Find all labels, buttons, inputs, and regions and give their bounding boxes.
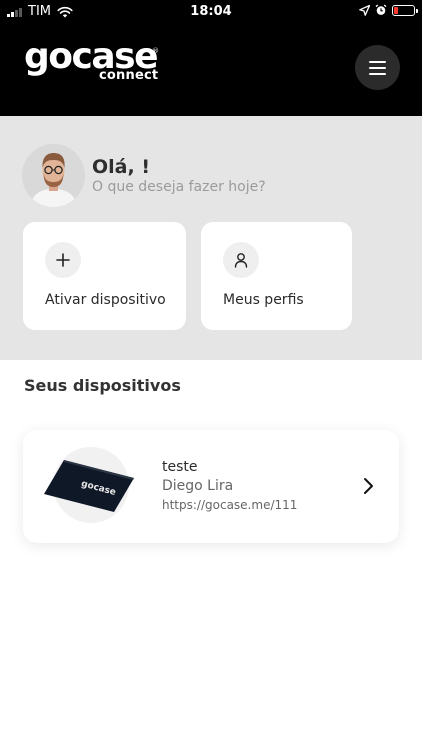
status-bar: TIM 18:04 [0,0,422,24]
my-profiles-button[interactable]: Meus perfis [201,222,352,330]
welcome-section: Olá, ! O que deseja fazer hoje? Ativar d… [0,116,422,360]
device-name: teste [162,459,198,475]
activate-device-label: Ativar dispositivo [45,292,166,308]
nfc-card-image: gocase [44,460,134,512]
device-owner: Diego Lira [162,478,234,494]
battery-icon [392,4,418,16]
alarm-icon [375,4,387,15]
device-list-item[interactable]: gocase teste Diego Lira https://gocase.m… [23,430,399,543]
device-url: https://gocase.me/111 [162,498,298,512]
menu-button[interactable] [355,45,400,90]
profile-photo [22,144,85,207]
user-icon [223,242,259,278]
app-root: TIM 18:04 gocase ® connect Olá, ! O que … [0,0,422,750]
chevron-right-icon [364,478,373,494]
logo-registered-mark: ® [152,47,159,55]
devices-section-title: Seus dispositivos [24,376,181,395]
plus-icon [45,242,81,278]
logo-subtitle: connect [99,68,159,83]
status-right [359,4,418,16]
location-arrow-icon [359,4,370,16]
activate-device-button[interactable]: Ativar dispositivo [23,222,186,330]
greeting-subtitle: O que deseja fazer hoje? [92,179,266,195]
greeting-title: Olá, ! [92,156,150,178]
hamburger-menu-icon [369,60,386,63]
avatar[interactable] [22,144,85,207]
gocase-connect-logo: gocase ® connect [24,36,164,88]
app-header: TIM 18:04 gocase ® connect [0,0,422,116]
my-profiles-label: Meus perfis [223,292,304,308]
